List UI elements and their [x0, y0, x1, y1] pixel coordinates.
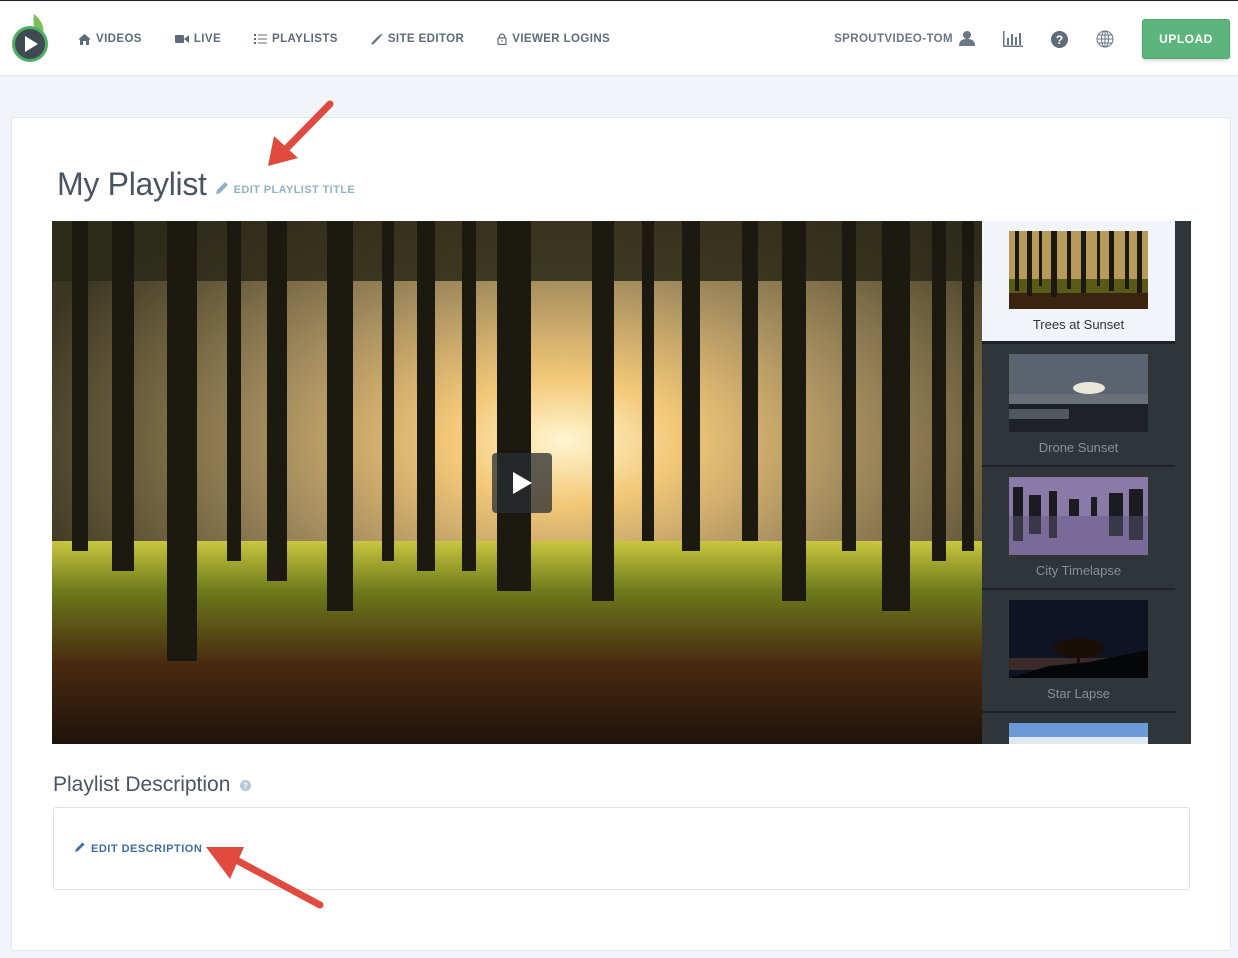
- playlist-item[interactable]: City Timelapse: [982, 467, 1175, 590]
- edit-playlist-title-link[interactable]: EDIT PLAYLIST TITLE: [215, 181, 355, 198]
- nav-site-editor-label: SITE EDITOR: [387, 33, 465, 45]
- title-row: My Playlist EDIT PLAYLIST TITLE: [57, 166, 355, 203]
- nav-live[interactable]: LIVE: [174, 33, 222, 45]
- video-player[interactable]: [52, 221, 982, 744]
- play-icon: [513, 472, 532, 494]
- nav-viewer-logins[interactable]: VIEWER LOGINS: [497, 33, 610, 45]
- svg-text:?: ?: [243, 782, 248, 791]
- account-nav: SPROUTVIDEO-TOM ? UPLOAD: [834, 2, 1238, 76]
- home-icon: [78, 33, 91, 45]
- help-icon[interactable]: ?: [1051, 30, 1068, 48]
- playlist-item-title: Star Lapse: [1047, 686, 1110, 701]
- lock-icon: [497, 33, 507, 45]
- playlist-item[interactable]: Trees at Sunset: [982, 221, 1175, 344]
- description-heading-text: Playlist Description: [53, 773, 231, 796]
- video-camera-icon: [174, 34, 189, 44]
- sproutvideo-logo[interactable]: [10, 12, 52, 64]
- globe-icon[interactable]: [1096, 30, 1114, 48]
- pencil-icon: [215, 181, 229, 198]
- playlist-item-title: Trees at Sunset: [1032, 317, 1125, 332]
- video-thumbnail: [1009, 723, 1148, 744]
- nav-playlists[interactable]: PLAYLISTS: [254, 33, 338, 45]
- video-thumbnail: [1009, 600, 1148, 678]
- nav-playlists-label: PLAYLISTS: [272, 33, 338, 45]
- playlist-item[interactable]: Drone Sunset: [982, 344, 1175, 467]
- list-icon: [254, 34, 268, 44]
- user-icon: [959, 30, 975, 49]
- edit-description-label: EDIT DESCRIPTION: [91, 842, 203, 855]
- help-icon[interactable]: ?: [240, 773, 252, 797]
- video-thumbnail: [1009, 231, 1148, 309]
- upload-button[interactable]: UPLOAD: [1142, 19, 1230, 59]
- edit-description-link[interactable]: EDIT DESCRIPTION: [74, 841, 202, 856]
- username: SPROUTVIDEO-TOM: [834, 33, 953, 45]
- playlist-card: My Playlist EDIT PLAYLIST TITLE Trees at…: [11, 117, 1231, 951]
- svg-text:?: ?: [1056, 33, 1063, 47]
- page-title: My Playlist: [57, 166, 207, 202]
- top-navigation-bar: VIDEOS LIVE PLAYLISTS SITE EDITOR VIEWER…: [0, 2, 1238, 76]
- playlist-item-title: City Timelapse: [1035, 563, 1122, 578]
- playlist-item-title: Drone Sunset: [1038, 440, 1119, 455]
- user-menu[interactable]: SPROUTVIDEO-TOM: [834, 30, 975, 49]
- magic-wand-icon: [371, 33, 383, 45]
- main-nav: VIDEOS LIVE PLAYLISTS SITE EDITOR VIEWER…: [78, 2, 643, 76]
- video-thumbnail: [1009, 354, 1148, 432]
- description-box: EDIT DESCRIPTION: [53, 807, 1190, 890]
- nav-live-label: LIVE: [193, 33, 222, 45]
- nav-site-editor[interactable]: SITE EDITOR: [371, 33, 464, 45]
- analytics-chart-icon[interactable]: [1003, 31, 1023, 47]
- playlist-sidebar: Trees at Sunset Drone Sunset City Timela…: [982, 221, 1191, 744]
- playlist-item[interactable]: Star Lapse: [982, 590, 1175, 713]
- play-button[interactable]: [492, 453, 552, 513]
- edit-playlist-title-label: EDIT PLAYLIST TITLE: [233, 183, 356, 196]
- pencil-icon: [74, 841, 86, 856]
- nav-viewer-logins-label: VIEWER LOGINS: [512, 33, 611, 45]
- description-heading: Playlist Description ?: [53, 773, 252, 797]
- video-thumbnail: [1009, 477, 1148, 555]
- playlist-item[interactable]: [982, 713, 1175, 744]
- nav-videos-label: VIDEOS: [96, 33, 142, 45]
- nav-videos[interactable]: VIDEOS: [78, 33, 142, 45]
